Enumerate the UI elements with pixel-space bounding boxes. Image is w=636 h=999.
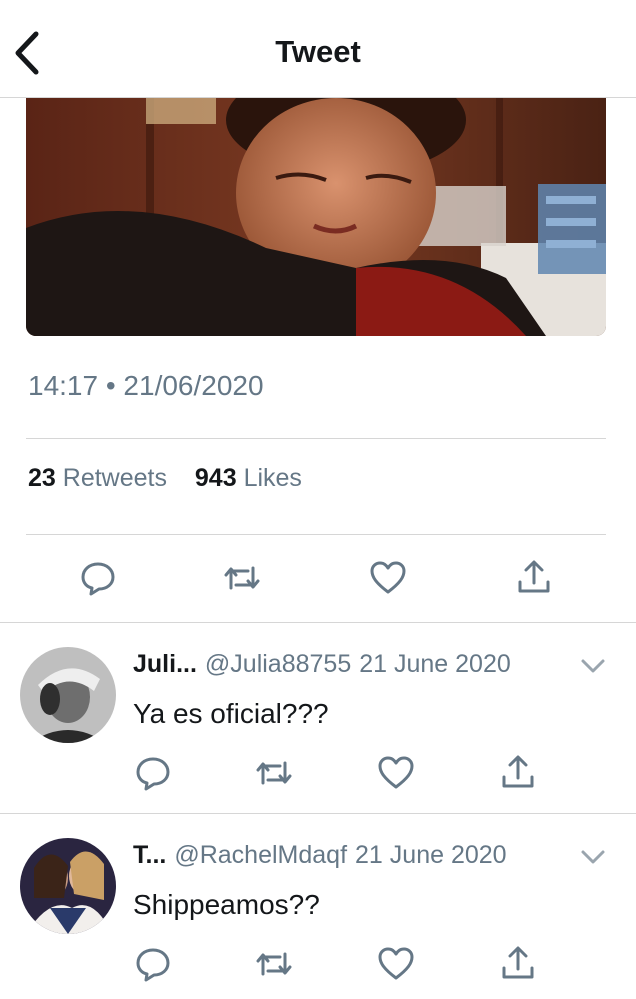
reply-author-name[interactable]: Juli... (133, 650, 197, 678)
reply-icon (81, 562, 115, 596)
reply-header: Juli... @Julia88755 21 June 2020 (133, 650, 511, 679)
like-icon (370, 561, 406, 594)
reply-button[interactable] (133, 944, 173, 984)
reply-actions (0, 753, 636, 793)
like-icon (378, 947, 414, 980)
like-button[interactable] (376, 944, 416, 984)
reply-button[interactable] (78, 558, 118, 598)
chevron-down-icon (581, 850, 605, 864)
retweet-button[interactable] (254, 944, 294, 984)
reply-author-name[interactable]: T... (133, 841, 166, 869)
like-button[interactable] (376, 753, 416, 793)
avatar[interactable] (20, 647, 116, 743)
reply-text: Ya es oficial??? (133, 698, 329, 729)
reply-icon (136, 948, 170, 982)
like-button[interactable] (368, 558, 408, 598)
reply-text: Shippeamos?? (133, 889, 320, 920)
header-bar: Tweet (0, 0, 636, 98)
reply-more-button[interactable] (580, 844, 606, 870)
divider (26, 438, 606, 439)
reply-header: T... @RachelMdaqf 21 June 2020 (133, 841, 507, 870)
tweet-actions (0, 558, 636, 598)
retweet-icon (256, 761, 292, 785)
tweet-timestamp: 14:17 • 21/06/2020 (28, 370, 264, 401)
retweet-button[interactable] (254, 753, 294, 793)
retweet-button[interactable] (222, 558, 262, 598)
likes-count: 943 (194, 464, 237, 492)
share-icon (518, 560, 550, 593)
share-button[interactable] (514, 558, 554, 598)
divider (26, 534, 606, 535)
retweets-count: 23 (28, 464, 56, 492)
reply-item[interactable]: Juli... @Julia88755 21 June 2020 Ya es ofi… (0, 623, 636, 813)
reply-handle: @RachelMdaqf (174, 841, 348, 869)
reply-date: 21 June 2020 (355, 841, 507, 869)
reply-actions (0, 944, 636, 984)
tweet-stats: 23 Retweets 943 Likes (28, 464, 302, 493)
share-button[interactable] (498, 944, 538, 984)
retweet-icon (256, 952, 292, 976)
likes-link[interactable]: Likes (244, 464, 302, 492)
reply-more-button[interactable] (580, 653, 606, 679)
reply-icon (136, 757, 170, 791)
tweet-photo[interactable] (26, 98, 606, 336)
retweet-icon (224, 566, 260, 590)
share-icon (502, 755, 534, 788)
chevron-down-icon (581, 659, 605, 673)
reply-date: 21 June 2020 (359, 650, 511, 678)
reply-handle: @Julia88755 (204, 650, 352, 678)
retweets-link[interactable]: Retweets (63, 464, 167, 492)
avatar[interactable] (20, 838, 116, 934)
reply-button[interactable] (133, 753, 173, 793)
page-title: Tweet (275, 34, 361, 69)
like-icon (378, 756, 414, 789)
reply-item[interactable]: T... @RachelMdaqf 21 June 2020 Shippeamos?… (0, 814, 636, 999)
share-icon (502, 946, 534, 979)
share-button[interactable] (498, 753, 538, 793)
